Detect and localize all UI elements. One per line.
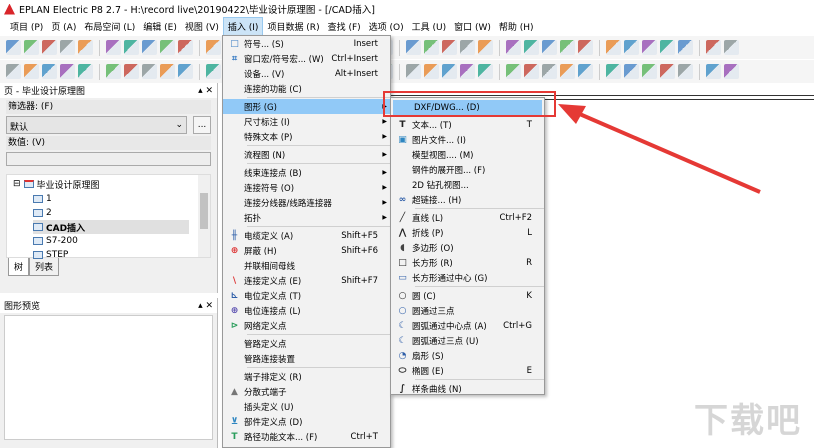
watermark: 下载吧 <box>694 401 802 441</box>
annotation-arrow <box>558 104 761 194</box>
